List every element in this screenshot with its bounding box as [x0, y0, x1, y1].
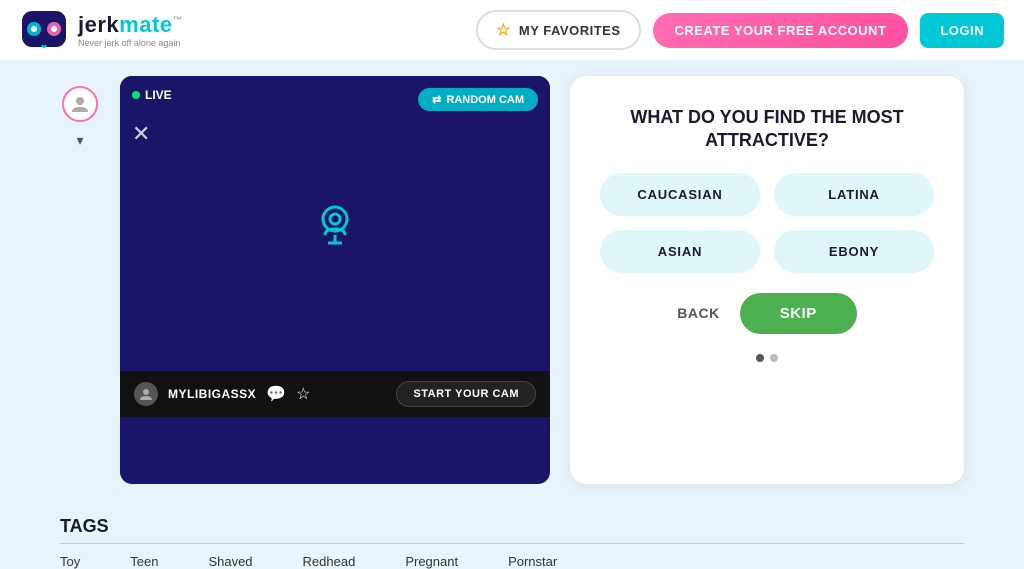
video-bar: MYLIBIGASSX 💬 ☆ START YOUR CAM: [120, 371, 550, 417]
chevron-down-icon[interactable]: ▾: [70, 130, 90, 150]
random-cam-label: RANDOM CAM: [446, 94, 524, 106]
random-cam-button[interactable]: ⇄ RANDOM CAM: [418, 88, 538, 111]
tag-pornstar[interactable]: Pornstar: [508, 554, 557, 569]
logo-tagline: Never jerk off alone again: [78, 38, 183, 48]
favorite-icon[interactable]: ☆: [296, 384, 310, 404]
option-asian[interactable]: ASIAN: [600, 230, 760, 273]
option-ebony[interactable]: EBONY: [774, 230, 934, 273]
progress-dots: [756, 354, 778, 362]
option-latina[interactable]: LATINA: [774, 173, 934, 216]
tags-list: Toy Teen Shaved Redhead Pregnant Pornsta…: [60, 554, 964, 569]
back-button[interactable]: BACK: [677, 305, 719, 321]
logo-tm: ™: [173, 16, 184, 27]
logo-area: jerkmate™ Never jerk off alone again: [20, 9, 183, 51]
star-icon: ☆: [496, 20, 511, 40]
live-badge: LIVE: [132, 88, 172, 102]
tag-shaved[interactable]: Shaved: [208, 554, 252, 569]
random-icon: ⇄: [432, 93, 441, 106]
question-panel: WHAT DO YOU FIND THE MOST ATTRACTIVE? CA…: [570, 76, 964, 484]
logo-text-area: jerkmate™ Never jerk off alone again: [78, 12, 183, 48]
logo-icon: [20, 9, 68, 51]
header: jerkmate™ Never jerk off alone again ☆ M…: [0, 0, 1024, 60]
avatar-icon: [70, 94, 90, 114]
start-cam-button[interactable]: START YOUR CAM: [396, 381, 536, 407]
tag-redhead[interactable]: Redhead: [303, 554, 356, 569]
video-bar-left: MYLIBIGASSX 💬 ☆: [134, 382, 310, 406]
webcam-placeholder: [310, 199, 360, 249]
tags-section: TAGS Toy Teen Shaved Redhead Pregnant Po…: [0, 500, 1024, 569]
favorites-label: MY FAVORITES: [519, 23, 621, 38]
chat-icon[interactable]: 💬: [266, 384, 286, 404]
video-screen: LIVE ⇄ RANDOM CAM ✕: [120, 76, 550, 371]
tag-teen[interactable]: Teen: [130, 554, 158, 569]
performer-avatar-icon: [138, 386, 154, 402]
main-content: ▾ LIVE ⇄ RANDOM CAM ✕: [0, 60, 1024, 500]
progress-dot-1: [756, 354, 764, 362]
video-container: LIVE ⇄ RANDOM CAM ✕: [120, 76, 550, 484]
performer-name: MYLIBIGASSX: [168, 387, 256, 401]
user-avatar[interactable]: [62, 86, 98, 122]
options-grid: CAUCASIAN LATINA ASIAN EBONY: [600, 173, 934, 273]
skip-button[interactable]: SKIP: [740, 293, 857, 334]
action-row: BACK SKIP: [600, 293, 934, 334]
live-label: LIVE: [145, 88, 172, 102]
left-sidebar: ▾: [60, 76, 100, 484]
tags-divider: [60, 543, 964, 544]
tag-toy[interactable]: Toy: [60, 554, 80, 569]
create-account-button[interactable]: CREATE YOUR FREE ACCOUNT: [653, 13, 909, 48]
favorites-button[interactable]: ☆ MY FAVORITES: [476, 10, 640, 50]
login-button[interactable]: LOGIN: [920, 13, 1004, 48]
progress-dot-2: [770, 354, 778, 362]
logo-name: jerkmate™: [78, 12, 183, 38]
header-nav: ☆ MY FAVORITES CREATE YOUR FREE ACCOUNT …: [476, 10, 1004, 50]
webcam-icon: [310, 199, 360, 249]
close-icon[interactable]: ✕: [132, 121, 150, 147]
option-caucasian[interactable]: CAUCASIAN: [600, 173, 760, 216]
tag-pregnant[interactable]: Pregnant: [405, 554, 458, 569]
performer-avatar: [134, 382, 158, 406]
live-dot: [132, 91, 140, 99]
question-title: WHAT DO YOU FIND THE MOST ATTRACTIVE?: [607, 106, 927, 153]
tags-title: TAGS: [60, 516, 964, 537]
